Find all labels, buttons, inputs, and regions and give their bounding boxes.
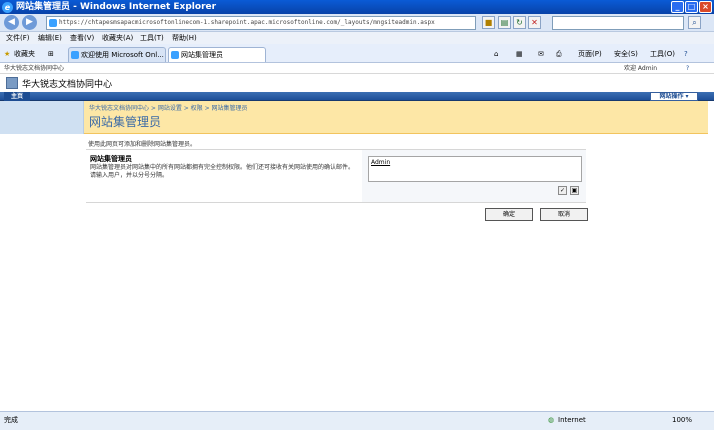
tab-welcome-label: 欢迎使用 Microsoft Onl... <box>81 51 164 59</box>
page-menu[interactable]: 页面(P) <box>578 48 602 60</box>
welcome-menu[interactable]: 欢迎 Admin <box>624 64 657 74</box>
section-description: 网站集管理员对网站集中的所有网站都拥有完全控制权限。他们还可接收有关网站使用的确… <box>90 164 355 179</box>
forward-button[interactable]: ▶ <box>22 15 37 30</box>
browse-address-book-icon[interactable]: ▣ <box>570 186 579 195</box>
compat-view-icon[interactable]: ▤ <box>498 16 511 29</box>
page-description: 使用此网页可添加和删除网站集管理员。 <box>88 141 197 148</box>
feeds-icon[interactable]: ▦ <box>516 48 523 60</box>
search-input[interactable] <box>552 16 684 30</box>
print-icon[interactable]: ⎙ <box>556 48 562 60</box>
window-title: 网站集管理员 - Windows Internet Explorer <box>16 2 217 12</box>
page-icon <box>49 19 57 27</box>
search-icon[interactable]: ⌕ <box>688 16 701 29</box>
refresh-button[interactable]: ↻ <box>513 16 526 29</box>
cancel-button[interactable]: 取消 <box>540 208 588 221</box>
tab-page-icon <box>171 51 179 59</box>
address-bar: ◀ ▶ https://chtapesmsapacmicrosoftonline… <box>0 14 714 32</box>
check-names-icon[interactable]: ✓ <box>558 186 567 195</box>
top-nav: 主页 网站操作 ▾ <box>0 92 714 101</box>
mail-icon[interactable]: ✉ <box>538 48 544 60</box>
tab-home[interactable]: 主页 <box>4 92 30 101</box>
help-icon[interactable]: ? <box>684 48 688 60</box>
site-title[interactable]: 华大锐志文档协同中心 <box>22 77 112 90</box>
tools-menu[interactable]: 工具(O) <box>650 48 675 60</box>
internet-zone-icon: ◍ <box>548 416 555 424</box>
tab-site-admins[interactable]: 网站集管理员 <box>168 47 266 62</box>
site-logo-icon <box>6 77 18 89</box>
sp-help-icon[interactable]: ? <box>686 64 689 74</box>
home-icon[interactable]: ⌂ <box>494 48 498 60</box>
left-nav <box>0 101 84 411</box>
tab-welcome[interactable]: 欢迎使用 Microsoft Onl... <box>68 47 166 62</box>
lock-icon[interactable]: ■ <box>482 16 495 29</box>
favorites-button[interactable]: 收藏夹 <box>14 48 35 60</box>
ie-logo-icon: e <box>2 2 13 13</box>
menu-bar: 文件(F) 编辑(E) 查看(V) 收藏夹(A) 工具(T) 帮助(H) <box>0 32 714 44</box>
url-input[interactable]: https://chtapesmsapacmicrosoftonlinecom-… <box>46 16 476 30</box>
back-button[interactable]: ◀ <box>4 15 19 30</box>
people-picker-input[interactable]: Admin <box>368 156 582 182</box>
safety-menu[interactable]: 安全(S) <box>614 48 638 60</box>
menu-help[interactable]: 帮助(H) <box>172 32 197 44</box>
menu-edit[interactable]: 编辑(E) <box>38 32 62 44</box>
menu-file[interactable]: 文件(F) <box>6 32 30 44</box>
zoom-level[interactable]: 100% <box>672 412 692 429</box>
favorites-bar: ★ 收藏夹 ⊞ 欢迎使用 Microsoft Onl... 网站集管理员 ⌂ ▦… <box>0 44 714 63</box>
maximize-button[interactable]: □ <box>685 1 698 13</box>
window-title-bar: e 网站集管理员 - Windows Internet Explorer _ □… <box>0 0 714 14</box>
breadcrumb[interactable]: 华大锐志文档协同中心 > 网站设置 > 权限 > 网站集管理员 <box>89 103 248 112</box>
url-text: https://chtapesmsapacmicrosoftonlinecom-… <box>59 19 435 26</box>
ok-button[interactable]: 确定 <box>485 208 533 221</box>
menu-tools[interactable]: 工具(T) <box>140 32 164 44</box>
menu-view[interactable]: 查看(V) <box>70 32 94 44</box>
page-title: 网站集管理员 <box>89 115 162 129</box>
status-bar: 完成 ◍ Internet 100% <box>0 411 714 430</box>
admins-section: 网站集管理员 网站集管理员对网站集中的所有网站都拥有完全控制权限。他们还可接收有… <box>86 149 586 202</box>
section-title: 网站集管理员 <box>90 155 132 163</box>
top-site-link[interactable]: 华大锐志文档协同中心 <box>4 64 64 74</box>
tab-page-icon <box>71 51 79 59</box>
page-header: 华大锐志文档协同中心 > 网站设置 > 权限 > 网站集管理员 网站集管理员 <box>84 101 708 134</box>
minimize-button[interactable]: _ <box>671 1 684 13</box>
sharepoint-top-bar: 华大锐志文档协同中心 欢迎 Admin ? <box>0 64 714 74</box>
people-picker-entry: Admin <box>371 159 391 166</box>
status-text: 完成 <box>4 416 18 424</box>
site-header: 华大锐志文档协同中心 <box>0 74 714 92</box>
tab-grid-icon[interactable]: ⊞ <box>48 48 54 60</box>
favorites-star-icon[interactable]: ★ <box>4 48 10 60</box>
tab-site-admins-label: 网站集管理员 <box>181 51 223 59</box>
site-actions-menu[interactable]: 网站操作 ▾ <box>650 92 698 101</box>
menu-favorites[interactable]: 收藏夹(A) <box>102 32 133 44</box>
stop-button[interactable]: ✕ <box>528 16 541 29</box>
close-button[interactable]: × <box>699 1 712 13</box>
security-zone[interactable]: Internet <box>558 412 586 429</box>
